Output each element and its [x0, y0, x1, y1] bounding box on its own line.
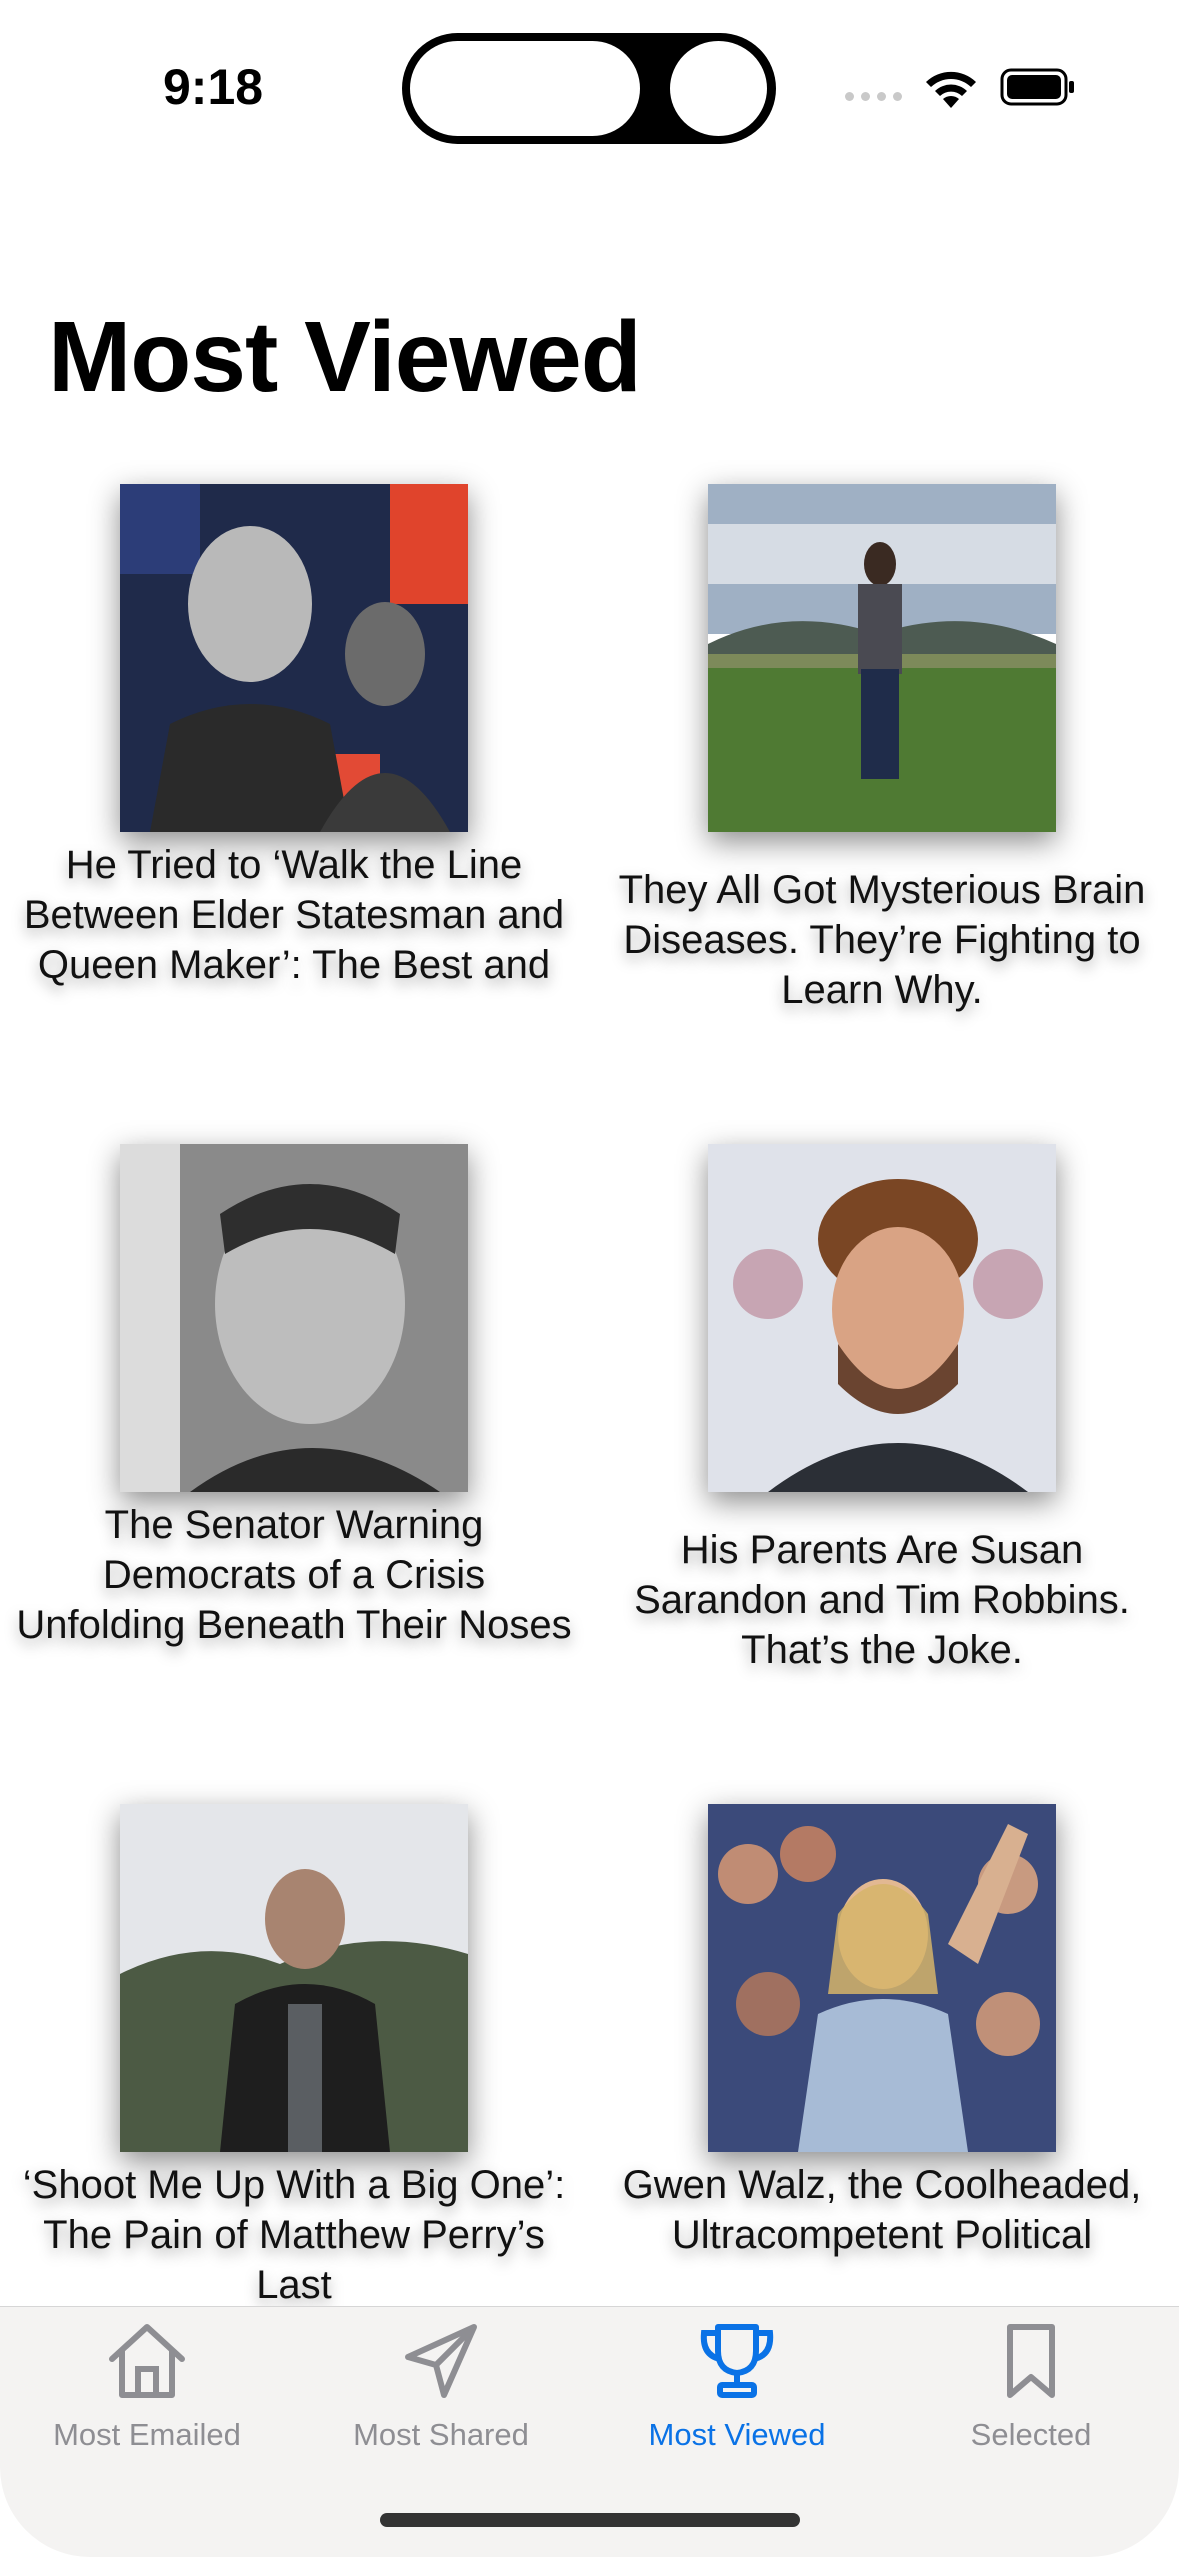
article-title: ‘Shoot Me Up With a Big One’: The Pain o…: [22, 2163, 566, 2307]
page-title: Most Viewed: [48, 301, 642, 413]
tab-most-viewed[interactable]: Most Viewed: [590, 2321, 884, 2491]
article-card[interactable]: ‘Shoot Me Up With a Big One’: The Pain o…: [0, 1804, 588, 2310]
article-card[interactable]: The Senator Warning Democrats of a Crisi…: [0, 1144, 588, 1650]
home-indicator[interactable]: [380, 2513, 800, 2527]
house-icon: [109, 2324, 185, 2398]
trophy-icon: [700, 2324, 774, 2398]
tab-label: Most Emailed: [53, 2417, 241, 2452]
article-thumbnail: [120, 1144, 468, 1492]
tab-most-emailed[interactable]: Most Emailed: [0, 2321, 294, 2491]
dynamic-island: [402, 33, 776, 144]
cellular-signal-icon: [845, 92, 902, 101]
article-card[interactable]: He Tried to ‘Walk the Line Between Elder…: [0, 484, 588, 990]
article-thumbnail: [708, 484, 1056, 832]
article-title: The Senator Warning Democrats of a Crisi…: [16, 1503, 572, 1647]
article-title: He Tried to ‘Walk the Line Between Elder…: [23, 843, 565, 987]
battery-icon: [1000, 68, 1074, 106]
tab-label: Most Shared: [353, 2417, 529, 2452]
article-thumbnail: [708, 1144, 1056, 1492]
article-title: His Parents Are Susan Sarandon and Tim R…: [634, 1528, 1130, 1672]
tab-most-shared[interactable]: Most Shared: [294, 2321, 588, 2491]
bookmark-icon: [1007, 2324, 1055, 2398]
article-card[interactable]: They All Got Mysterious Brain Diseases. …: [588, 484, 1176, 1015]
article-thumbnail: [708, 1804, 1056, 2152]
article-thumbnail: [120, 484, 468, 832]
article-thumbnail: [120, 1804, 468, 2152]
tab-label: Selected: [970, 2417, 1092, 2452]
tab-label: Most Viewed: [648, 2417, 826, 2452]
status-time: 9:18: [163, 59, 264, 115]
article-title: Gwen Walz, the Coolheaded, Ultracompeten…: [622, 2163, 1142, 2257]
paper-plane-icon: [405, 2324, 477, 2398]
article-card[interactable]: His Parents Are Susan Sarandon and Tim R…: [588, 1144, 1176, 1675]
article-title: They All Got Mysterious Brain Diseases. …: [618, 868, 1146, 1012]
article-card[interactable]: Gwen Walz, the Coolheaded, Ultracompeten…: [588, 1804, 1176, 2280]
tab-selected[interactable]: Selected: [884, 2321, 1178, 2491]
wifi-icon: [926, 71, 976, 108]
